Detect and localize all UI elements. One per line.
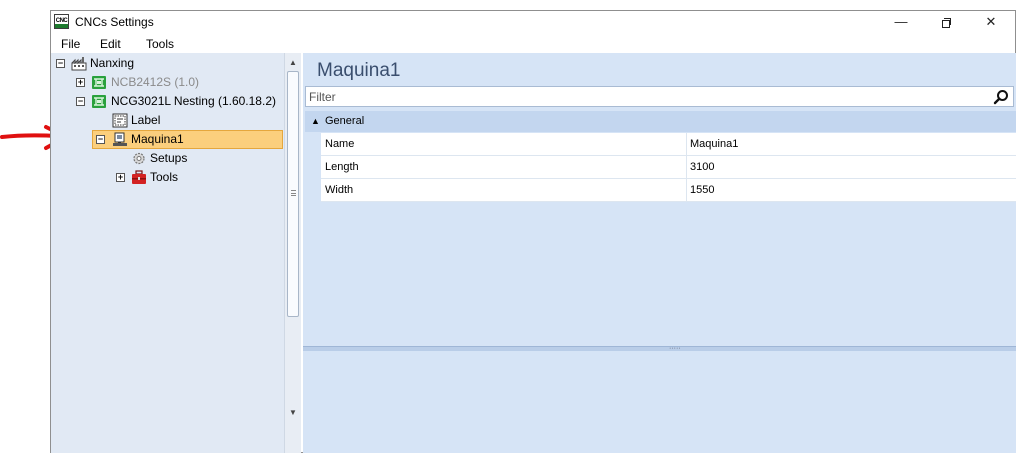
- collapse-icon[interactable]: −: [76, 97, 85, 106]
- tree-item-ncg3021l[interactable]: − NCG3021L Nesting (1.60.18.2): [51, 92, 284, 111]
- tree-item-label: Tools: [150, 170, 179, 184]
- app-logo-icon: CNC: [54, 14, 69, 29]
- object-title: Maquina1: [317, 60, 401, 81]
- expand-icon[interactable]: +: [76, 78, 85, 87]
- tree-item-nanxing[interactable]: − Nanxing: [51, 54, 284, 73]
- property-group-general[interactable]: ▲ General: [305, 111, 1016, 132]
- gear-icon: [133, 152, 145, 165]
- property-name: Length: [321, 156, 687, 178]
- tree-item-setups[interactable]: Setups: [51, 149, 284, 168]
- tree-item-label: Label: [131, 113, 161, 127]
- property-value[interactable]: Maquina1: [687, 133, 1016, 155]
- toolbox-icon: [132, 170, 146, 184]
- maximize-button[interactable]: [923, 11, 969, 33]
- tree-item-tools[interactable]: + Tools: [51, 168, 284, 187]
- machine-icon: [113, 132, 127, 146]
- cnc-machine-icon: [92, 76, 106, 89]
- close-button[interactable]: ✕: [968, 11, 1014, 33]
- collapse-icon[interactable]: −: [96, 135, 105, 144]
- tree-item-label: Maquina1: [131, 132, 184, 146]
- menu-bar: File Edit Tools: [51, 33, 1015, 53]
- tree-item-maquina1[interactable]: − Maquina1: [92, 130, 283, 149]
- scroll-thumb[interactable]: [287, 71, 299, 317]
- details-pane: Maquina1 ▲ General Name Maquina1 Length …: [303, 53, 1016, 453]
- window-title: CNCs Settings: [75, 15, 154, 29]
- scroll-up-icon[interactable]: ▲: [285, 55, 301, 71]
- factory-icon: [71, 57, 87, 71]
- restore-icon: [941, 18, 951, 28]
- filter-input[interactable]: [309, 89, 979, 104]
- tree-item-label: Nanxing: [90, 56, 135, 70]
- app-window: CNC CNCs Settings — ✕ File Edit Tools − …: [50, 10, 1016, 453]
- tree-item-label: NCB2412S (1.0): [111, 75, 200, 89]
- expand-icon[interactable]: +: [116, 173, 125, 182]
- group-label: General: [325, 115, 365, 127]
- menu-tools[interactable]: Tools: [146, 37, 174, 51]
- title-bar[interactable]: CNC CNCs Settings — ✕: [51, 11, 1015, 33]
- tree-item-ncb2412s[interactable]: + NCB2412S (1.0): [51, 73, 284, 92]
- grip-icon: [291, 190, 296, 196]
- property-grid: ▲ General Name Maquina1 Length 3100 Widt…: [305, 111, 1016, 345]
- property-row[interactable]: Length 3100: [321, 156, 1016, 179]
- description-pane: [303, 351, 1016, 453]
- tree-item-label: Setups: [150, 151, 188, 165]
- property-name: Name: [321, 133, 687, 155]
- settings-tree: − Nanxing + NCB2412S (1.0) − NCG3021L Ne…: [51, 53, 284, 453]
- menu-edit[interactable]: Edit: [100, 37, 121, 51]
- property-row[interactable]: Width 1550: [321, 179, 1016, 202]
- cnc-machine-icon: [92, 95, 106, 108]
- property-value[interactable]: 3100: [687, 156, 1016, 178]
- collapse-caret-icon[interactable]: ▲: [311, 111, 320, 132]
- collapse-icon[interactable]: −: [56, 59, 65, 68]
- tree-item-label-node[interactable]: Label: [51, 111, 284, 130]
- menu-file[interactable]: File: [61, 37, 80, 51]
- tree-scrollbar[interactable]: ▲ ▼: [284, 53, 301, 453]
- filter-field[interactable]: [305, 86, 1014, 107]
- property-row[interactable]: Name Maquina1: [321, 133, 1016, 156]
- scroll-down-icon[interactable]: ▼: [285, 405, 301, 421]
- property-name: Width: [321, 179, 687, 201]
- property-value[interactable]: 1550: [687, 179, 1016, 201]
- label-icon: [112, 113, 128, 128]
- search-icon[interactable]: [993, 89, 1009, 105]
- minimize-button[interactable]: —: [878, 11, 924, 33]
- tree-item-label: NCG3021L Nesting (1.60.18.2): [111, 94, 276, 108]
